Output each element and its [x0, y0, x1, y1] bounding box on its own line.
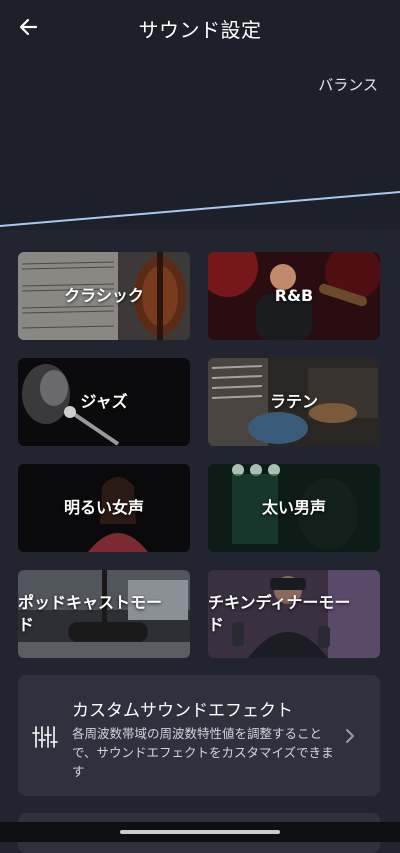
- home-indicator[interactable]: [120, 830, 280, 834]
- preset-label: クラシック: [64, 286, 144, 305]
- eq-curve: [0, 191, 400, 227]
- app-header: サウンド設定: [0, 0, 400, 54]
- preset-podcast[interactable]: ポッドキャストモー ド: [18, 570, 190, 658]
- preset-classic[interactable]: クラシック: [18, 252, 190, 340]
- preset-label: チキンディナーモー ド: [208, 592, 380, 636]
- preset-label-line1: ポッドキャストモー: [18, 593, 163, 612]
- preset-label: ラテン: [269, 392, 318, 411]
- preset-jazz[interactable]: ジャズ: [18, 358, 190, 446]
- preset-label-line2: ド: [18, 615, 35, 634]
- preset-bright-female[interactable]: 明るい女声: [18, 464, 190, 552]
- equalizer-sliders-icon: [32, 726, 58, 748]
- preset-rnb[interactable]: R&B: [208, 252, 380, 340]
- balance-label: バランス: [318, 76, 378, 94]
- preset-label: 明るい女声: [63, 498, 144, 517]
- preset-deep-male[interactable]: 太い男声: [208, 464, 380, 552]
- preset-label: ポッドキャストモー ド: [18, 592, 190, 636]
- custom-effect-description: 各周波数帯域の周波数特性値を調整することで、サウンドエフェクトをカスタマイズでき…: [72, 726, 334, 779]
- preset-label-line1: チキンディナーモー: [208, 593, 351, 612]
- preset-label-line2: ド: [208, 615, 225, 634]
- preset-label: 太い男声: [261, 498, 326, 517]
- chevron-right-icon: [346, 729, 354, 743]
- preset-label: ジャズ: [80, 392, 128, 411]
- custom-effect-title: カスタムサウンドエフェクト: [72, 701, 293, 721]
- preset-chicken-dinner[interactable]: チキンディナーモー ド: [208, 570, 380, 658]
- page-title: サウンド設定: [138, 18, 262, 42]
- preset-latin[interactable]: ラテン: [208, 358, 380, 446]
- custom-sound-effect-card[interactable]: カスタムサウンドエフェクト 各周波数帯域の周波数特性値を調整することで、サウンド…: [18, 675, 380, 796]
- preset-label: R&B: [274, 286, 314, 305]
